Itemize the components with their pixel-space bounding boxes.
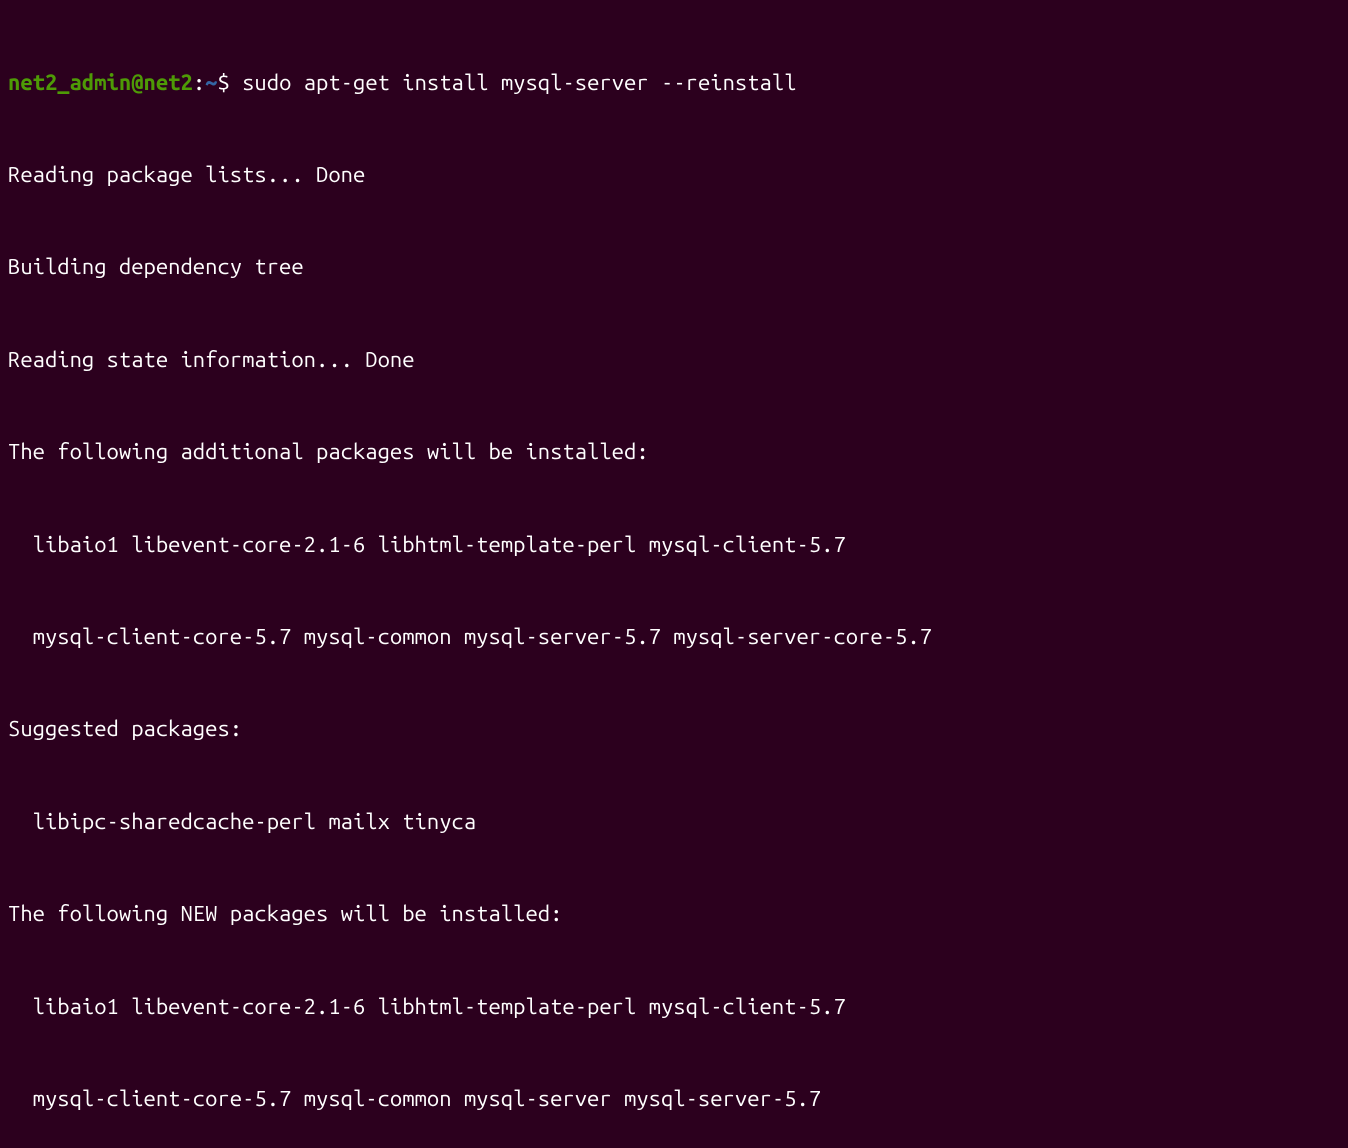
output-new-packages-2: mysql-client-core-5.7 mysql-common mysql… <box>8 1084 1340 1115</box>
prompt-host: net2 <box>144 70 193 95</box>
output-reading-state: Reading state information... Done <box>8 345 1340 376</box>
prompt-colon: : <box>193 70 205 95</box>
output-reading-packages: Reading package lists... Done <box>8 160 1340 191</box>
output-additional-packages-2: mysql-client-core-5.7 mysql-common mysql… <box>8 622 1340 653</box>
prompt-user: net2_admin <box>8 70 131 95</box>
terminal-window[interactable]: net2_admin@net2:~$ sudo apt-get install … <box>8 6 1340 1148</box>
output-additional-header: The following additional packages will b… <box>8 437 1340 468</box>
output-suggested-packages: libipc-sharedcache-perl mailx tinyca <box>8 807 1340 838</box>
output-new-header: The following NEW packages will be insta… <box>8 899 1340 930</box>
command-text: sudo apt-get install mysql-server --rein… <box>230 70 797 95</box>
output-suggested-header: Suggested packages: <box>8 714 1340 745</box>
prompt-line: net2_admin@net2:~$ sudo apt-get install … <box>8 68 1340 99</box>
prompt-dollar: $ <box>217 70 229 95</box>
output-building-tree: Building dependency tree <box>8 252 1340 283</box>
prompt-path: ~ <box>205 70 217 95</box>
output-new-packages-1: libaio1 libevent-core-2.1-6 libhtml-temp… <box>8 992 1340 1023</box>
output-additional-packages-1: libaio1 libevent-core-2.1-6 libhtml-temp… <box>8 530 1340 561</box>
prompt-at: @ <box>131 70 143 95</box>
